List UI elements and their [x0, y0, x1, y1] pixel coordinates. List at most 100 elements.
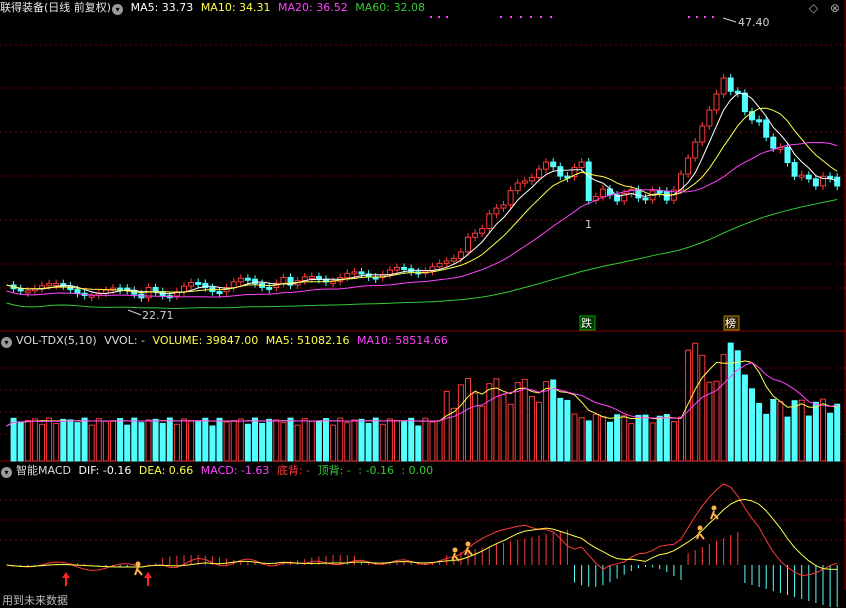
volume-bar [394, 420, 400, 462]
candle-body [536, 168, 542, 178]
buy-arrow-icon [144, 572, 152, 578]
candle-body [436, 262, 443, 268]
volume-bar [31, 418, 38, 462]
volume-bar [763, 413, 770, 462]
volume-bar [244, 423, 251, 462]
candle-body [266, 286, 273, 290]
volume-bar [124, 424, 131, 462]
volume-bar [181, 418, 187, 462]
signal-dot [510, 16, 512, 18]
high-pointer [722, 17, 737, 23]
candle-body [827, 175, 834, 179]
candle-body [24, 290, 31, 294]
runner-icon [465, 541, 471, 547]
candle-body [88, 294, 95, 298]
runner-icon [697, 525, 703, 531]
candle-body [798, 174, 805, 178]
volume-bar [720, 354, 727, 462]
volume-bar [486, 383, 493, 462]
volume-bar [656, 415, 663, 462]
volume-bar [10, 417, 17, 462]
volume-bar [237, 418, 244, 462]
volume-bar [330, 424, 337, 462]
volume-bar [500, 394, 507, 462]
candle-body [756, 119, 763, 123]
volume-bar [372, 417, 379, 462]
candle-body [237, 277, 244, 283]
low-price-label: 22.71 [142, 309, 174, 322]
volume-bar [188, 420, 195, 462]
volume-bar [422, 417, 429, 462]
candle-body [479, 228, 486, 234]
volume-bar [727, 342, 734, 462]
candle-body [465, 236, 471, 253]
volume-bar [812, 401, 819, 462]
signal-dot [704, 16, 706, 18]
candle-body [550, 161, 557, 168]
volume-bar [287, 417, 294, 462]
candle-body [486, 213, 493, 230]
runner-icon [137, 569, 143, 576]
volume-bar [301, 418, 308, 462]
volume-bar [223, 421, 230, 462]
candle-body [727, 77, 734, 92]
future-data-note: 用到未来数据 [2, 594, 68, 607]
volume-bar [294, 424, 301, 462]
candle-body [635, 188, 642, 199]
volume-bar [599, 416, 606, 462]
volume-bar [614, 414, 621, 462]
volume-bar [365, 422, 372, 462]
volume-bar [770, 398, 777, 462]
signal-dot [540, 16, 542, 18]
candle-body [543, 161, 550, 170]
volume-bar [88, 424, 95, 462]
volume-bar [24, 419, 31, 462]
volume-bar [592, 413, 599, 462]
volume-bar [195, 421, 202, 462]
candle-body [308, 276, 315, 280]
volume-bar [543, 381, 550, 462]
stock-chart[interactable]: 47.40 22.71 1 跌 榜 [0, 0, 846, 607]
volume-bar [259, 422, 266, 462]
volume-bar [443, 390, 450, 462]
candle-body [763, 119, 770, 138]
volume-bar [337, 417, 344, 462]
candle-body [443, 260, 450, 264]
volume-bar [173, 423, 180, 462]
volume-bar [685, 349, 692, 462]
volume-bar [479, 405, 486, 462]
volume-bar [741, 374, 748, 462]
candle-body [230, 281, 237, 289]
volume-bar [578, 417, 585, 462]
candle-body [834, 176, 841, 187]
volume-bar [74, 422, 81, 462]
volume-bar [145, 419, 152, 462]
volume-bar [798, 399, 805, 462]
volume-bar [649, 422, 656, 462]
volume-bar [820, 398, 826, 462]
volume-bar [571, 413, 578, 462]
candle-body [599, 188, 606, 198]
signal-dot [520, 16, 522, 18]
volume-bar [642, 414, 649, 462]
candle-body [17, 288, 24, 292]
signal-dot [530, 16, 532, 18]
signal-dot [500, 16, 502, 18]
candle-body [457, 251, 464, 259]
runner-icon [699, 533, 705, 540]
candle-body [812, 178, 819, 187]
volume-bar [564, 399, 571, 462]
candle-body [507, 190, 514, 206]
candle-body [315, 276, 322, 280]
volume-bar [756, 402, 763, 462]
candle-body [351, 271, 358, 275]
volume-bar [507, 403, 514, 462]
candle-body [181, 285, 187, 293]
volume-bar [472, 392, 479, 462]
signal-dot [430, 16, 432, 18]
volume-bar [436, 419, 443, 462]
vol-ma5-line [6, 360, 838, 427]
volume-bar [827, 412, 834, 462]
high-price-label: 47.40 [738, 16, 770, 29]
volume-bar [152, 418, 159, 462]
